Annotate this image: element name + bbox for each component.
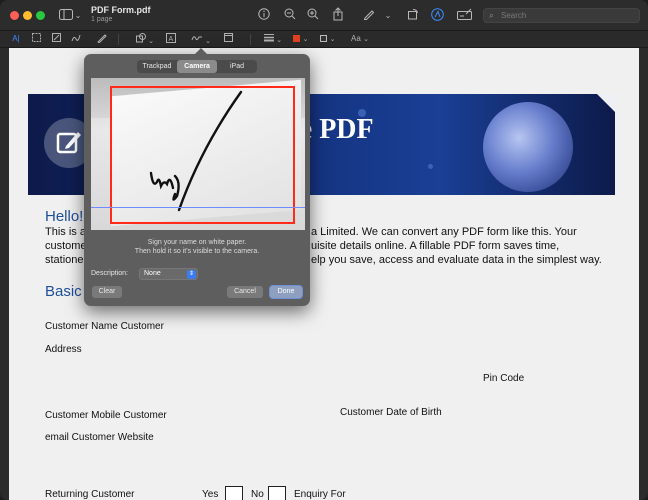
fill-color-icon[interactable]: ⌄ [318, 33, 338, 45]
zoom-in-icon[interactable] [306, 8, 320, 23]
markup-icon[interactable] [430, 8, 444, 24]
tab-camera[interactable]: Camera [177, 60, 217, 73]
instant-alpha-icon[interactable] [50, 33, 62, 45]
font-label: Aa [351, 34, 361, 43]
instruction-line: Sign your name on white paper. [147, 239, 247, 246]
text-selection-icon[interactable]: A| [10, 33, 22, 45]
sidebar-toggle-icon[interactable] [58, 9, 74, 23]
chevron-down-icon[interactable]: ⌄ [74, 9, 82, 23]
yes-checkbox[interactable] [225, 486, 243, 500]
email-website-field[interactable]: email Customer Website [45, 432, 154, 443]
signature-icon[interactable]: ⌄ [190, 33, 212, 45]
highlight-pen-icon[interactable] [362, 8, 376, 23]
body-text-line: statione [45, 254, 84, 266]
rotate-icon[interactable] [406, 8, 420, 23]
chevron-up-down-icon: ⇕ [187, 270, 196, 279]
body-text-line: custome [45, 240, 87, 252]
banner-orb [483, 102, 573, 192]
markup-toolbar: A| ⌄ A ⌄ ⌄ ⌄ ⌄ Aa ⌄ [0, 31, 648, 48]
share-icon[interactable] [331, 7, 345, 24]
instruction-line: Then hold it so it’s visible to the came… [134, 248, 260, 255]
description-label: Description: [91, 270, 128, 277]
customer-mobile-field[interactable]: Customer Mobile Customer [45, 410, 167, 421]
tab-ipad[interactable]: iPad [217, 60, 257, 73]
close-window-button[interactable] [10, 11, 19, 20]
chevron-down-icon[interactable]: ⌄ [384, 9, 392, 23]
no-label: No [251, 489, 264, 500]
search-field[interactable]: ⌕ Search [483, 8, 640, 23]
camera-preview [91, 78, 305, 230]
body-text-line: This is a [45, 226, 86, 238]
rectangular-selection-icon[interactable] [30, 33, 42, 45]
sketch-icon[interactable] [70, 33, 82, 45]
document-title: PDF Form.pdf [91, 5, 151, 15]
search-placeholder: Search [501, 11, 527, 20]
document-page-count: 1 page [91, 16, 113, 23]
description-value: None [144, 270, 161, 277]
signature-baseline [91, 207, 305, 208]
body-text-line: elp you save, access and evaluate data i… [311, 254, 602, 266]
customer-dob-field[interactable]: Customer Date of Birth [340, 407, 442, 418]
popover-arrow [194, 48, 208, 55]
signature-popover: Trackpad Camera iPad Sign your name on w… [84, 48, 310, 306]
yes-label: Yes [202, 489, 219, 500]
svg-text:A: A [169, 36, 174, 43]
info-icon[interactable] [257, 8, 271, 23]
text-style-icon[interactable]: Aa ⌄ [350, 33, 370, 45]
cancel-button[interactable]: Cancel [227, 286, 263, 298]
address-field[interactable]: Address [45, 344, 82, 355]
customer-name-field[interactable]: Customer Name Customer [45, 321, 164, 332]
body-text-line: uisite details online. A fillable PDF fo… [311, 240, 560, 252]
preview-window: ⌄ PDF Form.pdf 1 page ⌄ ⌕ Search A| ⌄ A … [0, 0, 648, 500]
basic-heading: Basic [45, 283, 82, 300]
minimize-window-button[interactable] [23, 11, 32, 20]
returning-customer-label: Returning Customer [45, 489, 135, 500]
hello-heading: Hello! [45, 208, 84, 225]
title-bar: ⌄ PDF Form.pdf 1 page ⌄ ⌕ Search [0, 0, 648, 31]
form-filling-icon[interactable] [457, 8, 473, 23]
search-icon: ⌕ [489, 10, 495, 20]
border-color-icon[interactable]: ⌄ [291, 33, 311, 45]
draw-icon[interactable] [96, 33, 108, 45]
clear-button[interactable]: Clear [92, 286, 122, 298]
note-icon[interactable] [222, 33, 234, 45]
shapes-icon[interactable]: ⌄ [135, 33, 155, 45]
done-button[interactable]: Done [270, 286, 302, 298]
description-select[interactable]: None ⇕ [139, 268, 198, 280]
zoom-out-icon[interactable] [283, 8, 297, 23]
signature-instructions: Sign your name on white paper. Then hold… [84, 238, 310, 256]
enquiry-for-label: Enquiry For [294, 489, 346, 500]
zoom-window-button[interactable] [36, 11, 45, 20]
banner-corner [597, 94, 615, 112]
toolbar-divider [118, 34, 119, 45]
text-box-icon[interactable]: A [165, 33, 177, 45]
pin-code-field[interactable]: Pin Code [483, 373, 524, 384]
toolbar-divider [250, 34, 251, 45]
body-text-line: a Limited. We can convert any PDF form l… [311, 226, 577, 238]
signature-capture-frame [110, 86, 295, 224]
no-checkbox[interactable] [268, 486, 286, 500]
shape-style-icon[interactable]: ⌄ [263, 33, 283, 45]
signature-source-tabs: Trackpad Camera iPad [137, 60, 257, 73]
tab-trackpad[interactable]: Trackpad [137, 60, 177, 73]
